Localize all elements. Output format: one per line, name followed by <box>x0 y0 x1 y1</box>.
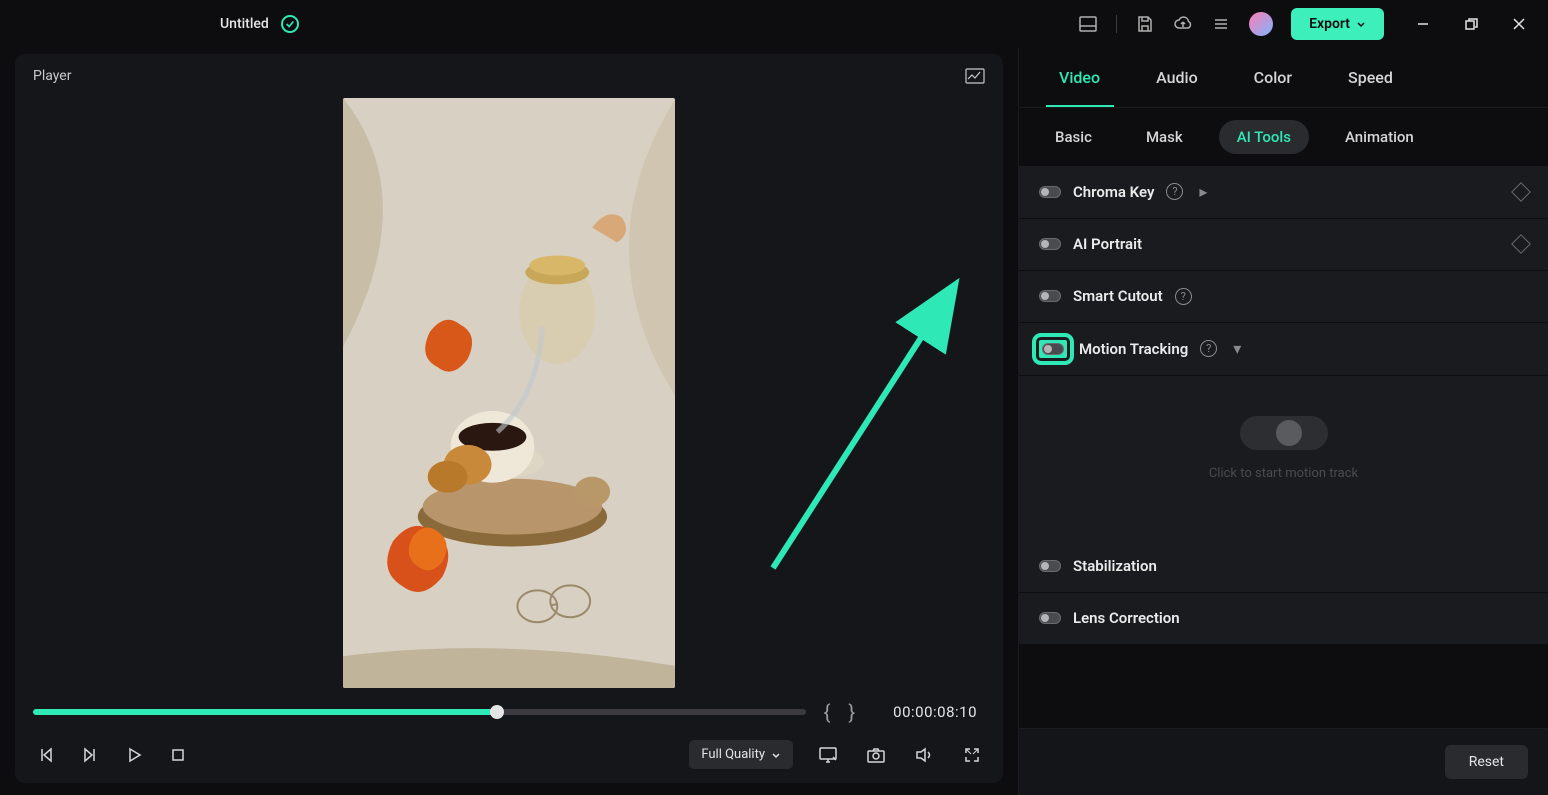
ai-portrait-toggle[interactable] <box>1039 238 1061 250</box>
preview-area[interactable] <box>15 98 1003 688</box>
tab-video[interactable]: Video <box>1031 48 1128 107</box>
progress-slider[interactable] <box>33 709 806 715</box>
primary-tabs: Video Audio Color Speed <box>1019 48 1548 108</box>
motion-tracking-panel: Click to start motion track <box>1019 376 1548 541</box>
subtab-basic[interactable]: Basic <box>1037 120 1110 154</box>
display-icon[interactable] <box>815 742 841 768</box>
motion-hint: Click to start motion track <box>1209 466 1358 481</box>
tool-stabilization[interactable]: Stabilization <box>1019 541 1548 592</box>
smart-cutout-toggle[interactable] <box>1039 290 1061 302</box>
tool-label: Lens Correction <box>1073 609 1180 627</box>
tool-label: AI Portrait <box>1073 235 1142 253</box>
subtab-mask[interactable]: Mask <box>1128 120 1201 154</box>
properties-panel: Video Audio Color Speed Basic Mask AI To… <box>1018 48 1548 795</box>
cloud-icon[interactable] <box>1173 14 1193 34</box>
tab-speed[interactable]: Speed <box>1320 48 1421 107</box>
motion-tracking-toggle[interactable] <box>1042 343 1064 355</box>
tool-label: Chroma Key <box>1073 183 1154 201</box>
tool-ai-portrait[interactable]: AI Portrait <box>1019 219 1548 270</box>
window-maximize-icon[interactable] <box>1462 15 1480 33</box>
subtab-animation[interactable]: Animation <box>1327 120 1432 154</box>
layout-icon[interactable] <box>1078 14 1098 34</box>
motion-track-start-toggle[interactable] <box>1240 416 1328 450</box>
mark-out-button[interactable]: } <box>848 700 855 724</box>
user-avatar[interactable] <box>1249 12 1273 36</box>
lens-correction-toggle[interactable] <box>1039 612 1061 624</box>
tab-color[interactable]: Color <box>1226 48 1320 107</box>
player-panel: Player <box>0 48 1018 795</box>
stop-button[interactable] <box>165 742 191 768</box>
window-minimize-icon[interactable] <box>1414 15 1432 33</box>
keyframe-diamond-icon[interactable] <box>1511 182 1531 202</box>
divider <box>1116 15 1117 33</box>
subtab-ai-tools[interactable]: AI Tools <box>1219 120 1309 154</box>
tab-audio[interactable]: Audio <box>1128 48 1226 107</box>
saved-status-icon <box>281 15 299 33</box>
project-title: Untitled <box>220 16 269 32</box>
export-label: Export <box>1309 16 1350 32</box>
tool-motion-tracking[interactable]: Motion Tracking ? ▾ <box>1019 323 1548 375</box>
secondary-tabs: Basic Mask AI Tools Animation <box>1019 108 1548 166</box>
tool-label: Stabilization <box>1073 557 1157 575</box>
tool-chroma-key[interactable]: Chroma Key ? ▸ <box>1019 166 1548 218</box>
prev-frame-button[interactable] <box>33 742 59 768</box>
reset-button[interactable]: Reset <box>1445 745 1528 779</box>
annotation-arrow <box>753 268 973 588</box>
mark-in-button[interactable]: { <box>824 700 831 724</box>
titlebar: Untitled Export <box>0 0 1548 48</box>
help-icon[interactable]: ? <box>1166 183 1183 200</box>
menu-icon[interactable] <box>1211 14 1231 34</box>
tool-smart-cutout[interactable]: Smart Cutout ? <box>1019 271 1548 322</box>
fullscreen-icon[interactable] <box>959 742 985 768</box>
player-title: Player <box>33 68 71 84</box>
preview-image <box>343 98 676 688</box>
stats-icon[interactable] <box>965 68 985 84</box>
help-icon[interactable]: ? <box>1200 340 1217 357</box>
timecode: 00:00:08:10 <box>893 703 977 721</box>
volume-icon[interactable] <box>911 742 937 768</box>
play-button[interactable] <box>121 742 147 768</box>
snapshot-icon[interactable] <box>863 742 889 768</box>
stabilization-toggle[interactable] <box>1039 560 1061 572</box>
chroma-key-toggle[interactable] <box>1039 186 1061 198</box>
keyframe-diamond-icon[interactable] <box>1511 234 1531 254</box>
help-icon[interactable]: ? <box>1175 288 1192 305</box>
chevron-right-icon: ▸ <box>1199 182 1207 201</box>
tool-label: Motion Tracking <box>1079 340 1188 358</box>
save-icon[interactable] <box>1135 14 1155 34</box>
window-close-icon[interactable] <box>1510 15 1528 33</box>
tool-label: Smart Cutout <box>1073 287 1163 305</box>
chevron-down-icon: ▾ <box>1233 339 1241 358</box>
export-button[interactable]: Export <box>1291 8 1384 40</box>
quality-select[interactable]: Full Quality <box>689 740 793 769</box>
quality-label: Full Quality <box>701 747 765 762</box>
tool-lens-correction[interactable]: Lens Correction <box>1019 593 1548 644</box>
next-frame-button[interactable] <box>77 742 103 768</box>
